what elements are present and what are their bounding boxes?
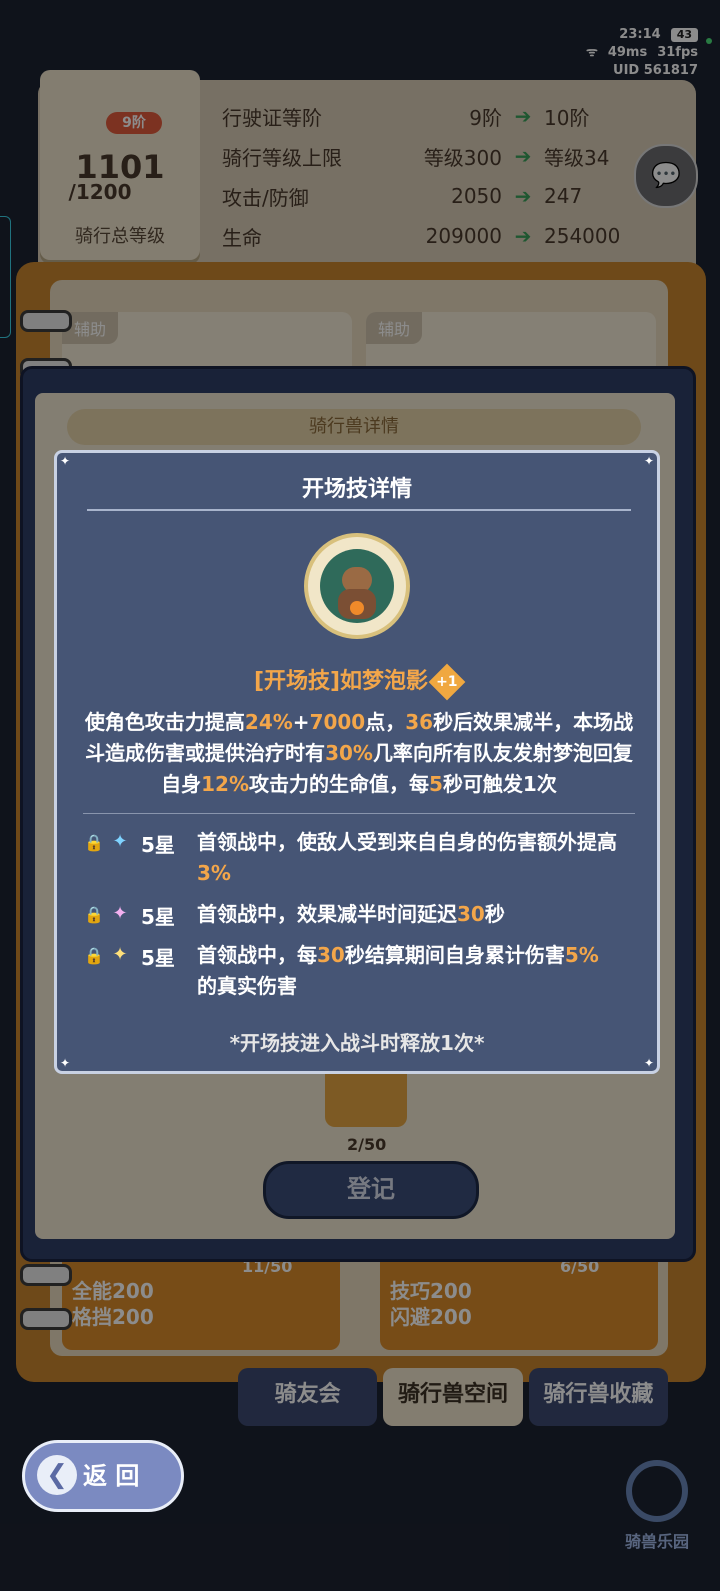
back-button[interactable]: ❮ 返 回	[22, 1440, 184, 1512]
back-arrow-icon: ❮	[37, 1455, 77, 1495]
orange-icon	[350, 601, 364, 615]
divider	[87, 509, 631, 511]
popup-title: 开场技详情	[301, 477, 412, 502]
effect-text: 首领战中，使敌人受到来自自身的伤害额外提高	[197, 830, 617, 854]
lock-icon: 🔒	[84, 833, 104, 852]
star-effect-text: 首领战中，每30秒结算期间自身累计伤害5% 的真实伤害	[197, 940, 617, 1002]
highlight-value: 36	[405, 710, 434, 734]
highlight-value: 5%	[564, 943, 599, 967]
skill-name-text: [开场技]如梦泡影	[253, 669, 429, 694]
effect-text: 秒	[484, 902, 505, 926]
corner-star-icon: ✦	[60, 454, 71, 468]
park-label: 骑兽乐园	[624, 1532, 689, 1551]
star-level: 5星	[141, 946, 175, 970]
star-effect-row: 🔒 ✦ 5星 首领战中，效果减半时间延迟30秒	[83, 901, 643, 930]
effect-text: 首领战中，每	[197, 943, 317, 967]
capybara-skill-icon	[304, 533, 410, 639]
skill-name: [开场技]如梦泡影 +1	[57, 663, 657, 701]
highlight-value: 7000	[309, 710, 366, 734]
skill-description: 使角色攻击力提高24%+7000点，36秒后效果减半，本场战斗造成伤害或提供治疗…	[83, 707, 635, 800]
star-level: 5星	[141, 905, 175, 929]
star-effect-row: 🔒 ✦ 5星 首领战中，每30秒结算期间自身累计伤害5% 的真实伤害	[83, 942, 643, 1002]
back-label: 返 回	[83, 1462, 140, 1490]
skill-icon-bg	[320, 549, 394, 623]
effect-text: 秒结算期间自身累计伤害	[344, 943, 565, 967]
effect-text: 的真实伤害	[197, 974, 297, 998]
star-effect-text: 首领战中，效果减半时间延迟30秒	[197, 899, 617, 930]
description-text: 点，	[365, 710, 406, 734]
corner-star-icon: ✦	[644, 1056, 655, 1070]
highlight-value: 3%	[197, 861, 231, 885]
description-text: +	[292, 710, 310, 734]
popup-note: *开场技进入战斗时释放1次*	[229, 1031, 485, 1055]
lock-icon: 🔒	[84, 905, 104, 924]
star-effect-row: 🔒 ✦ 5星 首领战中，使敌人受到来自自身的伤害额外提高 3%	[83, 829, 643, 889]
sparkle-icon: ✦	[112, 831, 128, 852]
highlight-value: 24%	[244, 710, 293, 734]
effect-text: 首领战中，效果减半时间延迟	[197, 902, 457, 926]
highlight-value: 30%	[325, 741, 373, 765]
highlight-value: 12%	[201, 772, 250, 796]
description-text: 使角色攻击力提高	[84, 710, 245, 734]
lock-icon: 🔒	[84, 946, 104, 965]
star-effect-list: 🔒 ✦ 5星 首领战中，使敌人受到来自自身的伤害额外提高3% 🔒 ✦ 5星 首领战中，效果减半…	[83, 829, 643, 1014]
description-text: 攻击力的生命值，每	[249, 772, 430, 796]
highlight-value: 30	[457, 902, 485, 926]
sparkle-icon: ✦	[112, 944, 128, 965]
ferris-wheel-icon	[626, 1460, 688, 1522]
corner-star-icon: ✦	[644, 454, 655, 468]
star-level: 5星	[141, 833, 175, 857]
description-text: 秒可触发1次	[442, 772, 557, 796]
highlight-value: 30	[317, 943, 345, 967]
star-effect-text: 首领战中，使敌人受到来自自身的伤害额外提高 3%	[197, 827, 617, 889]
mount-park-button[interactable]: 骑兽乐园	[622, 1460, 692, 1552]
divider	[83, 813, 635, 814]
plus-one-icon: +1	[428, 663, 466, 701]
opening-skill-popup: ✦ ✦ ✦ ✦ 开场技详情 [开场技]如梦泡影 +1 使角色攻击力提高24%+70…	[54, 450, 660, 1074]
sparkle-icon: ✦	[112, 903, 128, 924]
corner-star-icon: ✦	[60, 1056, 71, 1070]
highlight-value: 5	[429, 772, 443, 796]
